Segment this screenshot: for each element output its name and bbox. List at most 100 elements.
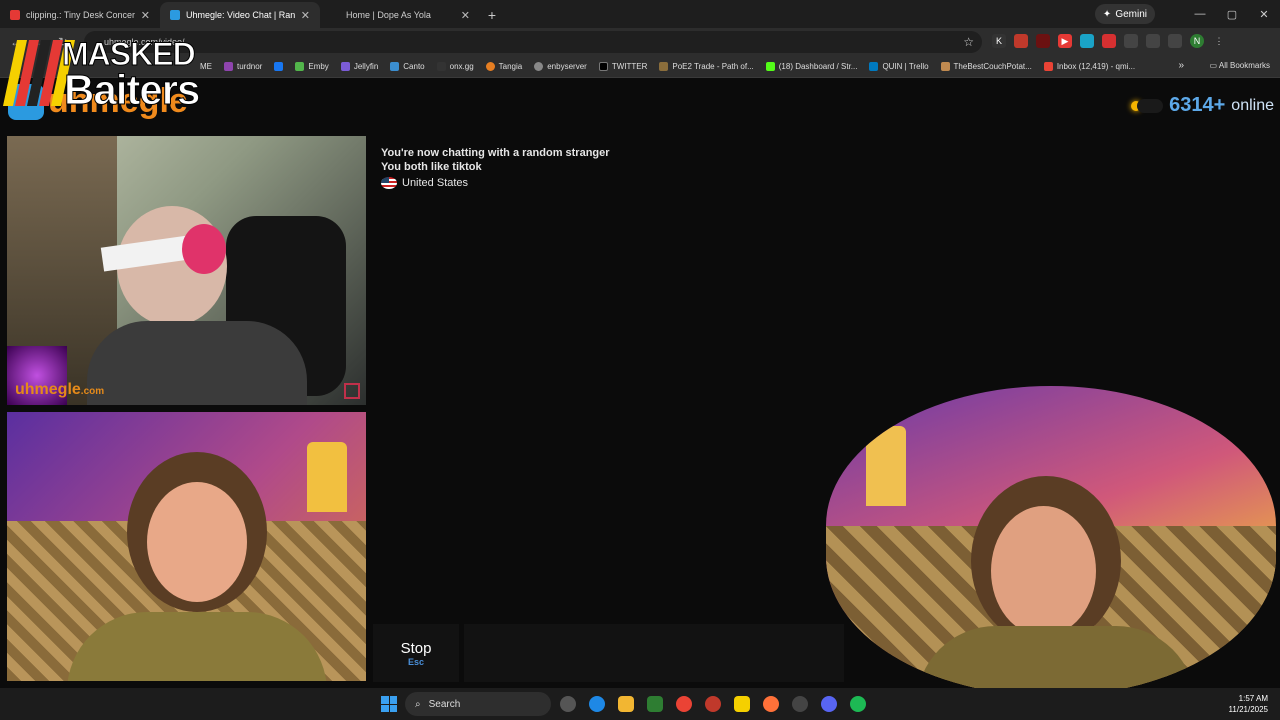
- bookmark-item[interactable]: turdnor: [224, 62, 262, 71]
- trello-icon: [869, 62, 879, 71]
- bookmark-item[interactable]: (18) Dashboard / Str...: [765, 62, 858, 71]
- chrome-icon[interactable]: [676, 696, 692, 712]
- tab-search-icon[interactable]: [1146, 34, 1160, 48]
- bookmark-label: Inbox (12,419) - qmi...: [1056, 62, 1136, 71]
- minimize-button[interactable]: —: [1184, 0, 1216, 28]
- sparkle-icon: ✦: [1102, 8, 1112, 20]
- emby-icon: [295, 62, 305, 71]
- extension-red-icon[interactable]: [1102, 34, 1116, 48]
- online-counter: 6314+ online: [1131, 94, 1274, 117]
- bookmark-star-icon[interactable]: ☆: [963, 35, 974, 49]
- connected-message: You're now chatting with a random strang…: [381, 147, 610, 159]
- close-window-button[interactable]: ✕: [1248, 0, 1280, 28]
- discord-icon[interactable]: [821, 696, 837, 712]
- gemini-label: Gemini: [1115, 8, 1147, 20]
- extension-youtube-icon[interactable]: ▶: [1058, 34, 1072, 48]
- spotify-icon[interactable]: [850, 696, 866, 712]
- tab-label: Home | Dope As Yola: [346, 10, 431, 20]
- bookmark-item[interactable]: TWITTER: [598, 62, 647, 71]
- all-bookmarks-button[interactable]: ▭ All Bookmarks: [1210, 61, 1270, 70]
- search-label: Search: [428, 698, 461, 710]
- bookmark-item[interactable]: Emby: [295, 62, 329, 71]
- globe-icon: [534, 62, 544, 71]
- bookmark-item[interactable]: Jellyfin: [340, 62, 379, 71]
- self-sweater: [67, 612, 327, 681]
- stop-label: Stop: [400, 639, 432, 657]
- clock-time: 1:57 AM: [1238, 694, 1268, 703]
- close-icon[interactable]: ✕: [301, 9, 310, 22]
- profile-avatar-icon[interactable]: N: [1190, 34, 1204, 48]
- bookmark-item[interactable]: Inbox (12,419) - qmi...: [1043, 62, 1136, 71]
- logo-line-2: Baiters: [63, 66, 200, 114]
- tab-dope-as-yola[interactable]: Home | Dope As Yola ✕: [320, 2, 480, 28]
- bookmark-item[interactable]: PoE2 Trade - Path of...: [659, 62, 754, 71]
- streamer-face: [991, 506, 1096, 636]
- bookmark-label: Jellyfin: [353, 62, 379, 71]
- media-controls-icon[interactable]: [1168, 34, 1182, 48]
- bookmark-item[interactable]: onx.gg: [436, 62, 474, 71]
- stop-hotkey: Esc: [407, 656, 424, 667]
- self-face: [147, 482, 247, 602]
- edge-icon[interactable]: [589, 696, 605, 712]
- youtube-favicon-icon: [10, 10, 20, 20]
- windows-taskbar: ⌕ Search 1:57 AM 11/21/2025: [0, 688, 1280, 720]
- stop-button[interactable]: Stop Esc: [373, 624, 459, 682]
- extension-7tv-icon[interactable]: [1080, 34, 1094, 48]
- close-icon[interactable]: ✕: [141, 9, 150, 22]
- country-name: United States: [402, 177, 469, 189]
- firefox-icon[interactable]: [763, 696, 779, 712]
- bookmark-item[interactable]: enbyserver: [534, 62, 587, 71]
- lamp: [866, 426, 906, 506]
- app-red-icon[interactable]: [705, 696, 721, 712]
- windows-start-icon[interactable]: [381, 696, 397, 712]
- theme-toggle[interactable]: [1137, 98, 1164, 113]
- online-count: 6314+: [1169, 94, 1226, 116]
- bookmark-item[interactable]: [274, 62, 284, 71]
- app-mask-icon[interactable]: [792, 696, 808, 712]
- clock-date: 11/21/2025: [1228, 705, 1268, 714]
- pink-headphones: [182, 224, 226, 274]
- stranger-shirt: [87, 321, 307, 405]
- self-video: [7, 412, 366, 681]
- close-icon[interactable]: ✕: [461, 9, 470, 22]
- common-interest-message: You both like tiktok: [381, 161, 482, 173]
- report-flag-icon[interactable]: [344, 383, 360, 399]
- gmail-icon: [1043, 62, 1053, 71]
- extension-cat-icon[interactable]: [1014, 34, 1028, 48]
- bookmark-item[interactable]: QUIN | Trello: [869, 62, 929, 71]
- tab-clipping[interactable]: clipping.: Tiny Desk Concert - Y ✕: [0, 2, 160, 28]
- sticky-notes-icon[interactable]: [734, 696, 750, 712]
- bookmark-label: enbyserver: [547, 62, 587, 71]
- message-input[interactable]: [464, 624, 844, 682]
- jellyfin-icon: [340, 62, 350, 71]
- menu-kebab-icon[interactable]: ⋮: [1212, 34, 1226, 48]
- media-player-icon[interactable]: [647, 696, 663, 712]
- tab-uhmegle[interactable]: Uhmegle: Video Chat | Rand ✕: [160, 2, 320, 28]
- system-clock[interactable]: 1:57 AM 11/21/2025: [1229, 693, 1268, 715]
- task-view-icon[interactable]: [560, 696, 576, 712]
- folder-icon: ▭: [1209, 61, 1219, 70]
- stranger-video: uhmegle.com: [7, 136, 366, 405]
- x-twitter-icon: [598, 62, 608, 71]
- new-tab-button[interactable]: +: [480, 2, 504, 28]
- taskbar-apps: [560, 696, 866, 712]
- extension-k-icon[interactable]: K: [992, 34, 1006, 48]
- gemini-button[interactable]: ✦ Gemini: [1094, 4, 1155, 24]
- stranger-country: United States: [381, 176, 1273, 190]
- bookmarks-overflow-button[interactable]: »: [1178, 60, 1184, 71]
- extension-mask-icon[interactable]: [1036, 34, 1050, 48]
- file-explorer-icon[interactable]: [618, 696, 634, 712]
- tab-label: Uhmegle: Video Chat | Rand: [186, 10, 295, 20]
- bookmark-item[interactable]: Tangia: [485, 62, 522, 71]
- maximize-button[interactable]: ▢: [1216, 0, 1248, 28]
- bookmark-label: (18) Dashboard / Str...: [778, 62, 858, 71]
- taskbar-search[interactable]: ⌕ Search: [405, 692, 551, 716]
- watermark-suffix: .com: [80, 386, 105, 397]
- bookmark-item[interactable]: TheBestCouchPotat...: [940, 62, 1032, 71]
- bookmark-label: PoE2 Trade - Path of...: [672, 62, 754, 71]
- streamer-sweater: [916, 626, 1196, 696]
- online-label: online: [1231, 96, 1274, 114]
- extensions-puzzle-icon[interactable]: [1124, 34, 1138, 48]
- bookmark-item[interactable]: Canto: [390, 62, 425, 71]
- blank-favicon-icon: [330, 10, 340, 20]
